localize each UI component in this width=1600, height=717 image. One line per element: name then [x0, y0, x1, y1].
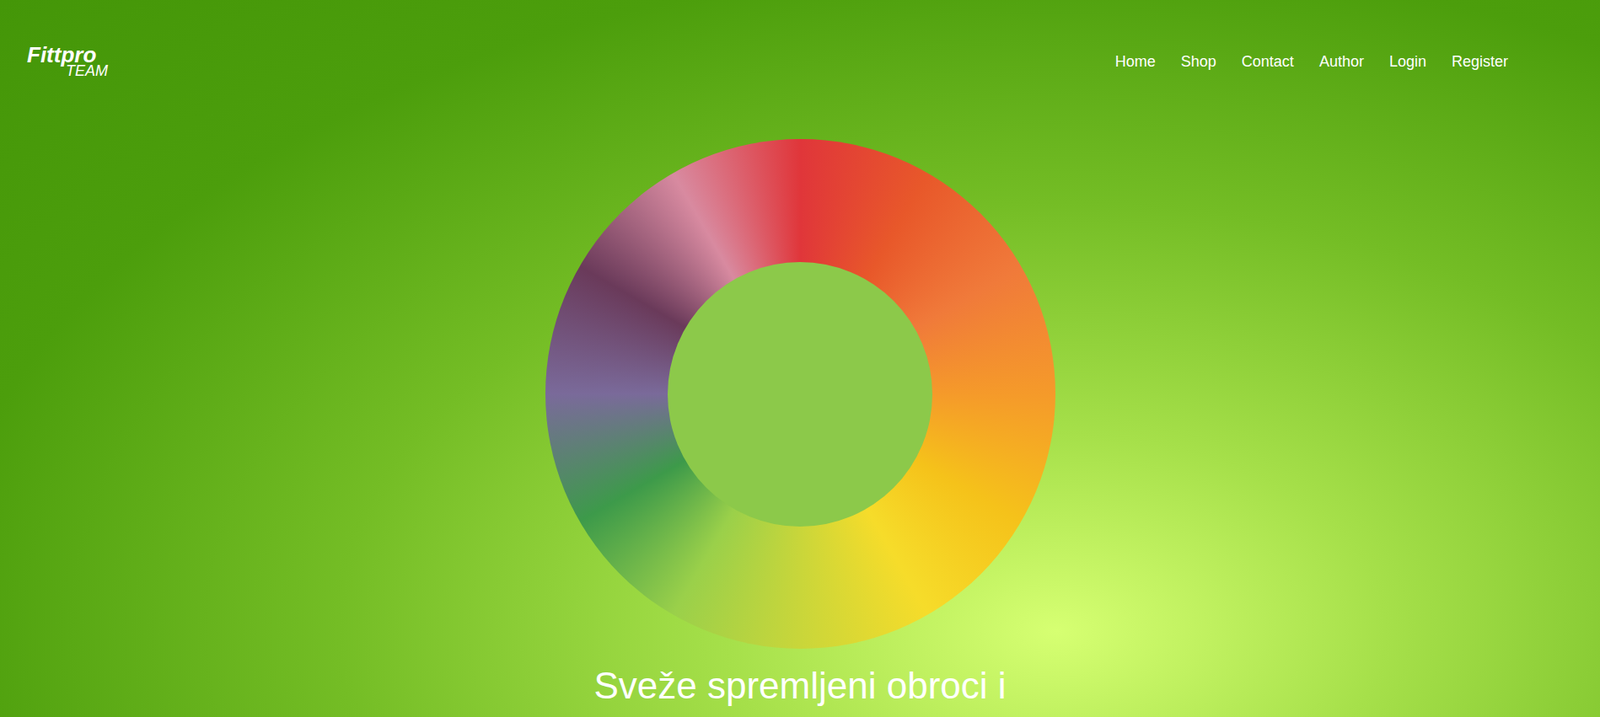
hero-heading: Sveže spremljeni obroci i	[593, 662, 1006, 709]
main-nav: Home Shop Contact Author Login Register	[1115, 43, 1509, 74]
nav-link[interactable]: Register	[1451, 50, 1509, 74]
nav-link[interactable]: Home	[1115, 50, 1156, 74]
nav-link[interactable]: Contact	[1241, 50, 1294, 74]
healthy-eating-image	[545, 139, 1056, 650]
nav-link[interactable]: Login	[1389, 50, 1427, 74]
header: Fittpro TEAM Home Shop Contact Author Login R…	[0, 0, 1600, 79]
logo[interactable]: Fittpro TEAM	[26, 43, 108, 79]
hero: Sveže spremljeni obroci i	[0, 139, 1600, 709]
page: Fittpro TEAM Home Shop Contact Author Login R…	[0, 0, 1600, 717]
nav-link[interactable]: Shop	[1181, 50, 1217, 74]
nav-link[interactable]: Author	[1319, 50, 1364, 74]
